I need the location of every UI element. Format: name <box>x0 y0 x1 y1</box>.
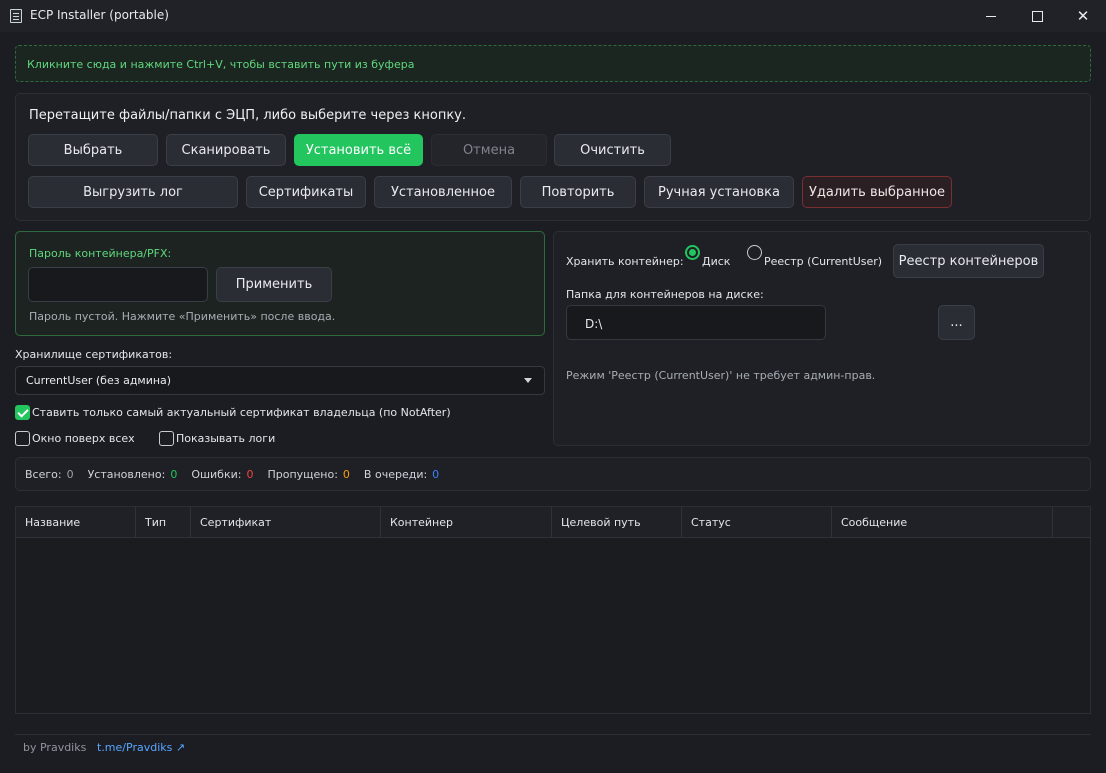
column-header-message[interactable]: Сообщение <box>832 507 1053 538</box>
radio-registry[interactable] <box>747 245 762 260</box>
stat-skipped-value: 0 <box>342 468 350 481</box>
column-header-type[interactable]: Тип <box>136 507 191 538</box>
footer-author: by Pravdiks <box>23 741 87 754</box>
manual-install-button[interactable]: Ручная установка <box>644 176 794 208</box>
cancel-button[interactable]: Отмена <box>431 134 547 166</box>
results-table[interactable]: Название Тип Сертификат Контейнер Целево… <box>15 506 1091 714</box>
show-logs-checkbox[interactable]: Показывать логи <box>159 431 275 446</box>
radio-registry-label[interactable]: Реестр (CurrentUser) <box>764 255 882 268</box>
stat-queued-label: В очереди: <box>363 468 428 481</box>
chevron-down-icon <box>524 378 532 383</box>
apply-password-button[interactable]: Применить <box>216 267 332 302</box>
store-selected-value: CurrentUser (без админа) <box>26 374 172 387</box>
column-header-certificate[interactable]: Сертификат <box>191 507 381 538</box>
title-bar: ECP Installer (portable) ✕ <box>0 0 1106 32</box>
close-button[interactable]: ✕ <box>1060 0 1106 32</box>
drop-panel[interactable]: Перетащите файлы/папки с ЭЦП, либо выбер… <box>15 93 1091 221</box>
password-note: Пароль пустой. Нажмите «Применить» после… <box>29 310 336 323</box>
container-store-label: Хранить контейнер: <box>566 255 684 268</box>
password-label: Пароль контейнера/PFX: <box>29 247 172 260</box>
app-icon <box>10 9 22 23</box>
stat-installed-value: 0 <box>170 468 178 481</box>
latest-only-checkbox[interactable]: Ставить только самый актуальный сертифик… <box>15 405 451 420</box>
column-header-target-path[interactable]: Целевой путь <box>552 507 682 538</box>
minimize-button[interactable] <box>968 0 1014 32</box>
install-all-button[interactable]: Установить всё <box>294 134 423 166</box>
container-panel: Хранить контейнер: Диск Реестр (CurrentU… <box>553 231 1091 446</box>
folder-label: Папка для контейнеров на диске: <box>566 288 764 301</box>
certificates-button[interactable]: Сертификаты <box>246 176 366 208</box>
drop-panel-title: Перетащите файлы/папки с ЭЦП, либо выбер… <box>29 108 466 123</box>
window-title: ECP Installer (portable) <box>30 8 169 22</box>
stat-errors-value: 0 <box>246 468 254 481</box>
on-top-label: Окно поверх всех <box>32 432 135 445</box>
retry-button[interactable]: Повторить <box>520 176 636 208</box>
checkbox-icon <box>15 431 30 446</box>
paste-hint-area[interactable]: Кликните сюда и нажмите Ctrl+V, чтобы вс… <box>15 45 1091 82</box>
column-header-container[interactable]: Контейнер <box>381 507 552 538</box>
latest-only-label: Ставить только самый актуальный сертифик… <box>32 406 451 419</box>
stat-installed-label: Установлено: <box>87 468 166 481</box>
maximize-button[interactable] <box>1014 0 1060 32</box>
export-log-button[interactable]: Выгрузить лог <box>28 176 238 208</box>
stat-total-value: 0 <box>66 468 74 481</box>
delete-selected-button[interactable]: Удалить выбранное <box>802 176 952 208</box>
store-select[interactable]: CurrentUser (без админа) <box>15 366 545 395</box>
password-input[interactable] <box>28 267 208 302</box>
column-header-name[interactable]: Название <box>16 507 136 538</box>
browse-folder-button[interactable]: ... <box>938 305 975 340</box>
select-button[interactable]: Выбрать <box>28 134 158 166</box>
stats-bar: Всего: 0 Установлено: 0 Ошибки: 0 Пропущ… <box>15 457 1091 491</box>
radio-disk-label[interactable]: Диск <box>702 255 730 268</box>
clear-button[interactable]: Очистить <box>554 134 671 166</box>
table-header: Название Тип Сертификат Контейнер Целево… <box>16 507 1090 538</box>
column-header-status[interactable]: Статус <box>682 507 832 538</box>
stats-row: Всего: 0 Установлено: 0 Ошибки: 0 Пропущ… <box>25 468 453 481</box>
footer-link[interactable]: t.me/Pravdiks ↗ <box>97 741 185 754</box>
footer: by Pravdiks t.me/Pravdiks ↗ <box>15 734 1091 760</box>
checkbox-checked-icon <box>15 405 30 420</box>
on-top-checkbox[interactable]: Окно поверх всех <box>15 431 135 446</box>
container-note: Режим 'Реестр (CurrentUser)' не требует … <box>566 369 876 382</box>
stat-queued-value: 0 <box>432 468 440 481</box>
column-header-filler <box>1053 507 1090 538</box>
stat-skipped-label: Пропущено: <box>267 468 338 481</box>
scan-button[interactable]: Сканировать <box>166 134 286 166</box>
radio-disk[interactable] <box>685 245 700 260</box>
container-registry-button[interactable]: Реестр контейнеров <box>893 244 1044 278</box>
installed-button[interactable]: Установленное <box>374 176 512 208</box>
folder-path-input[interactable]: D:\ <box>566 305 826 340</box>
password-panel: Пароль контейнера/PFX: Применить Пароль … <box>15 231 545 336</box>
stat-total-label: Всего: <box>25 468 62 481</box>
store-label: Хранилище сертификатов: <box>15 348 173 361</box>
show-logs-label: Показывать логи <box>176 432 276 445</box>
checkbox-icon <box>159 431 174 446</box>
stat-errors-label: Ошибки: <box>191 468 242 481</box>
